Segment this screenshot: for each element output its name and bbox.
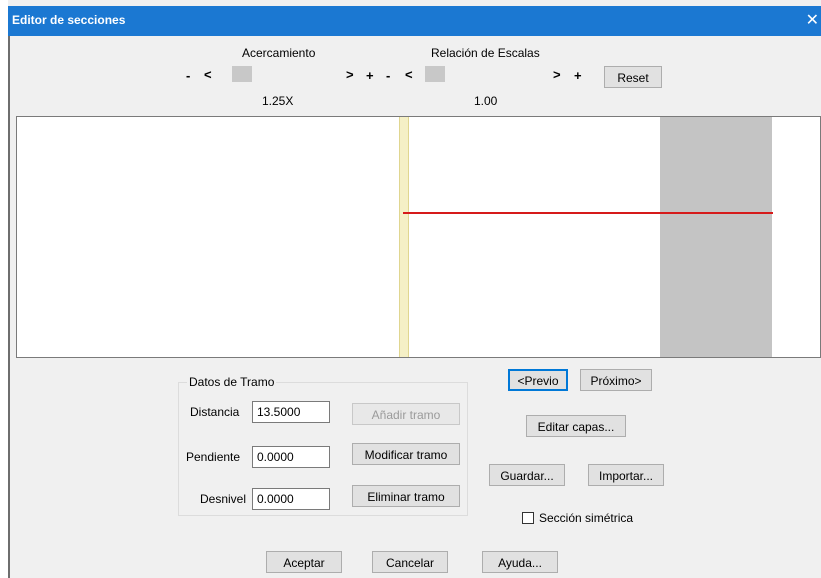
slope-field[interactable]: 0.0000 bbox=[252, 446, 330, 468]
save-button[interactable]: Guardar... bbox=[489, 464, 565, 486]
reset-button[interactable]: Reset bbox=[604, 66, 662, 88]
window-border bbox=[8, 36, 10, 578]
scale-right-arrow-icon[interactable]: > bbox=[553, 67, 561, 82]
window-title: Editor de secciones bbox=[12, 13, 126, 27]
zoom-label: Acercamiento bbox=[242, 46, 316, 60]
cancel-button[interactable]: Cancelar bbox=[372, 551, 448, 573]
title-bar: Editor de secciones ✕ bbox=[8, 6, 821, 36]
drop-field[interactable]: 0.0000 bbox=[252, 488, 330, 510]
previous-button[interactable]: <Previo bbox=[508, 369, 568, 391]
next-button[interactable]: Próximo> bbox=[580, 369, 652, 391]
center-axis-band bbox=[399, 117, 409, 357]
zoom-plus-button[interactable]: + bbox=[366, 68, 374, 83]
delete-segment-button[interactable]: Eliminar tramo bbox=[352, 485, 460, 507]
help-button[interactable]: Ayuda... bbox=[482, 551, 558, 573]
window-left-edge bbox=[0, 0, 8, 578]
edit-layers-button[interactable]: Editar capas... bbox=[526, 415, 626, 437]
side-area bbox=[660, 117, 772, 357]
slope-label: Pendiente bbox=[186, 450, 241, 464]
drop-label: Desnivel bbox=[200, 492, 247, 506]
zoom-left-arrow-icon[interactable]: < bbox=[204, 67, 212, 82]
add-segment-button[interactable]: Añadir tramo bbox=[352, 403, 460, 425]
modify-segment-button[interactable]: Modificar tramo bbox=[352, 443, 460, 465]
import-button[interactable]: Importar... bbox=[588, 464, 664, 486]
distance-field[interactable]: 13.5000 bbox=[252, 401, 330, 423]
scale-value: 1.00 bbox=[474, 94, 498, 108]
zoom-right-arrow-icon[interactable]: > bbox=[346, 67, 354, 82]
scale-minus-button[interactable]: - bbox=[386, 68, 390, 83]
scale-left-arrow-icon[interactable]: < bbox=[405, 67, 413, 82]
section-canvas[interactable] bbox=[16, 116, 821, 358]
zoom-minus-button[interactable]: - bbox=[186, 68, 190, 83]
symmetric-section-checkbox[interactable] bbox=[522, 512, 534, 524]
profile-line bbox=[403, 212, 773, 214]
symmetric-section-label: Sección simétrica bbox=[539, 511, 634, 525]
distance-label: Distancia bbox=[190, 405, 240, 419]
scale-plus-button[interactable]: + bbox=[574, 68, 582, 83]
zoom-slider-thumb[interactable] bbox=[232, 66, 252, 82]
close-icon[interactable]: ✕ bbox=[806, 10, 819, 30]
zoom-value: 1.25X bbox=[262, 94, 294, 108]
accept-button[interactable]: Aceptar bbox=[266, 551, 342, 573]
segment-group-title: Datos de Tramo bbox=[187, 375, 277, 389]
scale-slider-thumb[interactable] bbox=[425, 66, 445, 82]
scale-label: Relación de Escalas bbox=[431, 46, 540, 60]
